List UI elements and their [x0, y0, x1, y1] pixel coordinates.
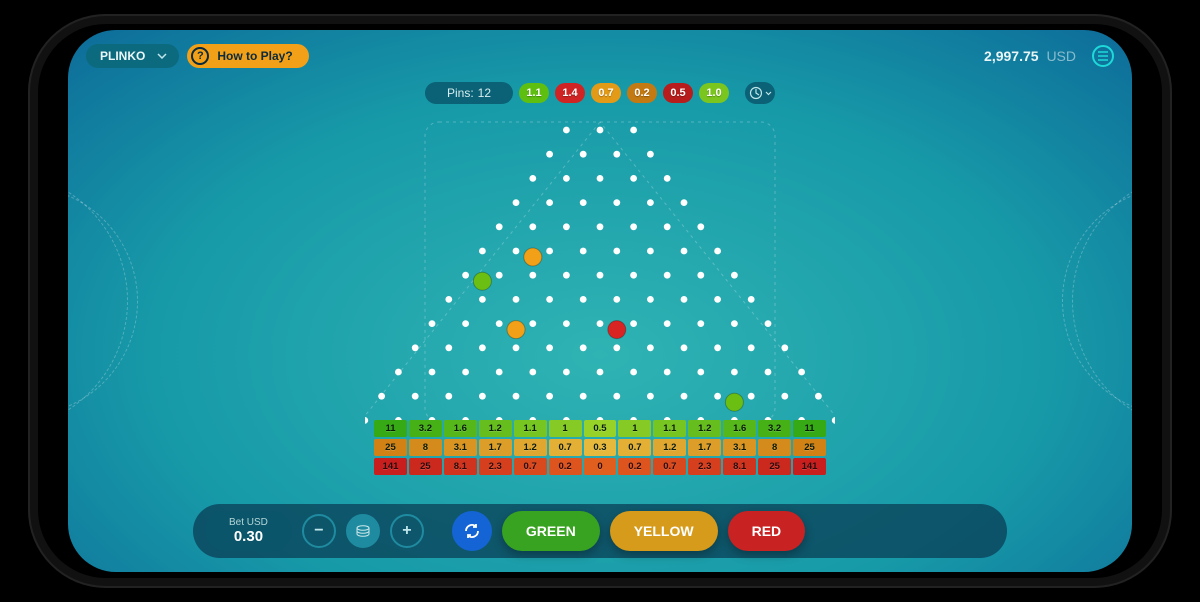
payout-slot: 1 [618, 420, 651, 437]
plinko-ball [725, 393, 743, 411]
menu-icon [1097, 51, 1109, 61]
history-pill: 1.4 [555, 83, 585, 103]
how-to-play-button[interactable]: ? How to Play? [187, 44, 308, 68]
chevron-down-icon [157, 53, 167, 59]
payout-slot: 1.2 [514, 439, 547, 456]
payout-slots: 113.21.61.21.110.511.11.21.63.2112583.11… [374, 420, 826, 477]
payout-slot: 3.1 [444, 439, 477, 456]
plinko-ball [608, 321, 626, 339]
payout-slot: 0.2 [618, 458, 651, 475]
payout-slot: 3.2 [758, 420, 791, 437]
payout-slot: 25 [409, 458, 442, 475]
payout-row-yellow: 2583.11.71.20.70.30.71.21.73.1825 [374, 439, 826, 456]
bet-amount-box[interactable]: Bet USD 0.30 [205, 511, 292, 551]
payout-slot: 8 [409, 439, 442, 456]
payout-slot: 8.1 [723, 458, 756, 475]
coins-icon [355, 523, 371, 539]
payout-row-green: 113.21.61.21.110.511.11.21.63.211 [374, 420, 826, 437]
payout-slot: 1.2 [653, 439, 686, 456]
decorative-arc [1062, 186, 1132, 416]
payout-slot: 11 [374, 420, 407, 437]
pins-selector[interactable]: Pins: 12 [425, 82, 513, 104]
payout-slot: 25 [758, 458, 791, 475]
plinko-ball [507, 321, 525, 339]
payout-slot: 1.6 [444, 420, 477, 437]
chevron-down-icon [765, 91, 772, 96]
payout-row-red: 141258.12.30.70.200.20.72.38.125141 [374, 458, 826, 475]
payout-slot: 25 [793, 439, 826, 456]
help-icon: ? [191, 47, 209, 65]
plinko-ball [524, 248, 542, 266]
pins-value: 12 [478, 86, 491, 100]
bet-plus-button[interactable]: + [390, 514, 424, 548]
menu-button[interactable] [1092, 45, 1114, 67]
payout-slot: 1.7 [688, 439, 721, 456]
controls-bar: Bet USD 0.30 − + [193, 504, 1007, 558]
payout-slot: 25 [374, 439, 407, 456]
payout-slot: 1 [549, 420, 582, 437]
pins-history-bar: Pins: 12 1.1 1.4 0.7 0.2 0.5 1.0 [425, 80, 775, 106]
payout-slot: 0.5 [584, 420, 617, 437]
payout-slot: 2.3 [479, 458, 512, 475]
game-selector-dropdown[interactable]: PLINKO [86, 44, 179, 68]
payout-slot: 1.1 [653, 420, 686, 437]
plinko-board [365, 116, 835, 426]
plinko-ball [473, 272, 491, 290]
payout-slot: 0.7 [549, 439, 582, 456]
drop-yellow-button[interactable]: YELLOW [610, 511, 718, 551]
payout-slot: 1.1 [514, 420, 547, 437]
payout-slot: 141 [793, 458, 826, 475]
bet-minus-button[interactable]: − [302, 514, 336, 548]
game-name: PLINKO [100, 49, 145, 63]
payout-slot: 0 [584, 458, 617, 475]
drop-green-button[interactable]: GREEN [502, 511, 600, 551]
payout-slot: 11 [793, 420, 826, 437]
payout-slot: 141 [374, 458, 407, 475]
history-icon [749, 86, 763, 100]
payout-slot: 0.3 [584, 439, 617, 456]
payout-slot: 1.2 [688, 420, 721, 437]
payout-slot: 0.7 [653, 458, 686, 475]
bet-label: Bet USD [229, 517, 268, 528]
payout-slot: 3.1 [723, 439, 756, 456]
balance-amount: 2,997.75 [984, 48, 1039, 64]
payout-slot: 2.3 [688, 458, 721, 475]
phone-frame: PLINKO ? How to Play? 2,997.75 USD [28, 14, 1172, 588]
bet-coins-button[interactable] [346, 514, 380, 548]
payout-slot: 0.7 [514, 458, 547, 475]
payout-slot: 1.6 [723, 420, 756, 437]
payout-slot: 3.2 [409, 420, 442, 437]
bet-value: 0.30 [234, 528, 263, 545]
payout-slot: 8 [758, 439, 791, 456]
balance-display: 2,997.75 USD [984, 48, 1076, 64]
help-label: How to Play? [217, 49, 292, 63]
game-screen: PLINKO ? How to Play? 2,997.75 USD [68, 30, 1132, 572]
history-pill: 1.0 [699, 83, 729, 103]
history-button[interactable] [745, 82, 775, 104]
history-pill: 0.2 [627, 83, 657, 103]
autoplay-button[interactable] [452, 511, 492, 551]
payout-slot: 1.7 [479, 439, 512, 456]
history-pill: 0.7 [591, 83, 621, 103]
history-pill: 0.5 [663, 83, 693, 103]
payout-slot: 0.2 [549, 458, 582, 475]
payout-slot: 8.1 [444, 458, 477, 475]
balance-currency: USD [1046, 48, 1076, 64]
payout-slot: 1.2 [479, 420, 512, 437]
drop-red-button[interactable]: RED [728, 511, 806, 551]
history-pill: 1.1 [519, 83, 549, 103]
payout-slot: 0.7 [618, 439, 651, 456]
pins-label: Pins: [447, 86, 474, 100]
refresh-icon [462, 521, 482, 541]
decorative-arc [68, 186, 138, 416]
